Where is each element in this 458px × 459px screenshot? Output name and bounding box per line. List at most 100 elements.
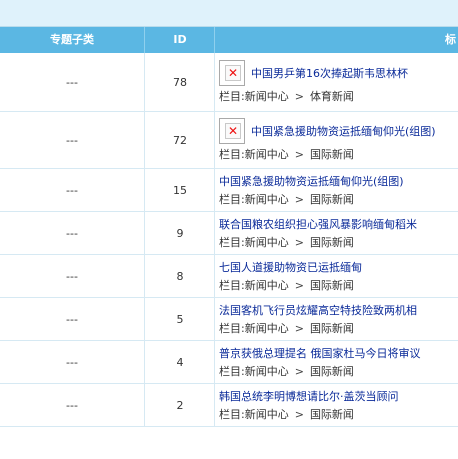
title-cell: 韩国总统李明博想请比尔·盖茨当顾问 栏目:新闻中心 > 国际新闻 <box>214 384 458 426</box>
category-level-2[interactable]: 国际新闻 <box>310 408 354 421</box>
category-prefix: 栏目: <box>219 236 245 249</box>
title-cell: 七国人道援助物资已运抵缅甸 栏目:新闻中心 > 国际新闻 <box>214 255 458 297</box>
subcategory-cell: --- <box>0 298 144 340</box>
news-title-link[interactable]: 中国紧急援助物资运抵缅甸仰光(组图) <box>251 123 436 139</box>
category-separator: > <box>294 279 304 292</box>
subcategory-value: --- <box>66 269 78 283</box>
id-value: 9 <box>176 226 184 240</box>
id-cell: 8 <box>144 255 215 297</box>
id-cell: 9 <box>144 212 215 254</box>
news-title-link[interactable]: 七国人道援助物资已运抵缅甸 <box>219 259 362 275</box>
id-cell: 72 <box>144 112 215 168</box>
title-cell: 中国男乒第16次捧起斯韦思林杯栏目:新闻中心 > 体育新闻 <box>214 53 458 111</box>
subcategory-cell: --- <box>0 384 144 426</box>
id-value: 5 <box>176 312 184 326</box>
title-cell: 法国客机飞行员炫耀高空特技险致两机相 栏目:新闻中心 > 国际新闻 <box>214 298 458 340</box>
category-level-1[interactable]: 新闻中心 <box>245 236 289 249</box>
category-path: 栏目:新闻中心 > 国际新闻 <box>219 146 436 162</box>
table-row: --- 78 中国男乒第16次捧起斯韦思林杯栏目:新闻中心 > 体育新闻 <box>0 53 458 112</box>
subcategory-value: --- <box>66 398 78 412</box>
category-level-1[interactable]: 新闻中心 <box>245 408 289 421</box>
subcategory-value: --- <box>66 75 78 89</box>
subcategory-cell: --- <box>0 341 144 383</box>
table-row: --- 5 法国客机飞行员炫耀高空特技险致两机相 栏目:新闻中心 > 国际新闻 <box>0 298 458 341</box>
category-level-1[interactable]: 新闻中心 <box>245 322 289 335</box>
news-title-link[interactable]: 韩国总统李明博想请比尔·盖茨当顾问 <box>219 388 399 404</box>
category-separator: > <box>294 236 304 249</box>
subcategory-value: --- <box>66 312 78 326</box>
top-toolbar-strip <box>0 0 458 27</box>
news-title-link[interactable]: 普京获俄总理提名 俄国家杜马今日将审议 <box>219 345 421 361</box>
subcategory-cell: --- <box>0 53 144 111</box>
subcategory-cell: --- <box>0 112 144 168</box>
category-level-2[interactable]: 体育新闻 <box>310 90 354 103</box>
id-cell: 15 <box>144 169 215 211</box>
category-level-1[interactable]: 新闻中心 <box>245 279 289 292</box>
table-row: --- 72 中国紧急援助物资运抵缅甸仰光(组图) 栏目:新闻中心 > 国际新闻 <box>0 112 458 169</box>
id-value: 4 <box>176 355 184 369</box>
category-path: 栏目:新闻中心 > 国际新闻 <box>219 363 421 379</box>
category-separator: > <box>294 148 304 161</box>
news-title-link[interactable]: 中国紧急援助物资运抵缅甸仰光(组图) <box>219 173 404 189</box>
title-cell: 联合国粮农组织担心强风暴影响缅甸稻米 栏目:新闻中心 > 国际新闻 <box>214 212 458 254</box>
subcategory-value: --- <box>66 133 78 147</box>
subcategory-value: --- <box>66 355 78 369</box>
category-prefix: 栏目: <box>219 322 245 335</box>
category-prefix: 栏目: <box>219 279 245 292</box>
category-level-2[interactable]: 国际新闻 <box>310 148 354 161</box>
id-value: 15 <box>173 183 187 197</box>
category-level-2[interactable]: 国际新闻 <box>310 193 354 206</box>
column-header-id[interactable]: ID <box>144 27 215 53</box>
table-header: 专题子类 ID 标 <box>0 27 458 53</box>
category-level-1[interactable]: 新闻中心 <box>245 193 289 206</box>
category-level-2[interactable]: 国际新闻 <box>310 322 354 335</box>
id-value: 8 <box>176 269 184 283</box>
subcategory-cell: --- <box>0 169 144 211</box>
category-path: 栏目:新闻中心 > 国际新闻 <box>219 234 417 250</box>
category-separator: > <box>294 193 304 206</box>
title-cell: 普京获俄总理提名 俄国家杜马今日将审议 栏目:新闻中心 > 国际新闻 <box>214 341 458 383</box>
category-path: 栏目:新闻中心 > 国际新闻 <box>219 406 399 422</box>
news-title-link[interactable]: 联合国粮农组织担心强风暴影响缅甸稻米 <box>219 216 417 232</box>
category-level-2[interactable]: 国际新闻 <box>310 236 354 249</box>
id-value: 2 <box>176 398 184 412</box>
category-prefix: 栏目: <box>219 148 245 161</box>
news-title-link[interactable]: 法国客机飞行员炫耀高空特技险致两机相 <box>219 302 417 318</box>
title-cell: 中国紧急援助物资运抵缅甸仰光(组图) 栏目:新闻中心 > 国际新闻 <box>214 169 458 211</box>
title-cell: 中国紧急援助物资运抵缅甸仰光(组图) 栏目:新闻中心 > 国际新闻 <box>214 112 458 168</box>
category-prefix: 栏目: <box>219 193 245 206</box>
category-separator: > <box>294 90 304 103</box>
broken-image-icon[interactable] <box>219 60 245 86</box>
subcategory-value: --- <box>66 183 78 197</box>
category-path: 栏目:新闻中心 > 国际新闻 <box>219 191 404 207</box>
category-separator: > <box>294 365 304 378</box>
id-cell: 2 <box>144 384 215 426</box>
table-row: --- 8 七国人道援助物资已运抵缅甸 栏目:新闻中心 > 国际新闻 <box>0 255 458 298</box>
subcategory-cell: --- <box>0 212 144 254</box>
category-level-1[interactable]: 新闻中心 <box>245 365 289 378</box>
category-prefix: 栏目: <box>219 90 245 103</box>
category-separator: > <box>294 408 304 421</box>
id-value: 72 <box>173 133 187 147</box>
category-level-1[interactable]: 新闻中心 <box>245 148 289 161</box>
table-row: --- 4 普京获俄总理提名 俄国家杜马今日将审议 栏目:新闻中心 > 国际新闻 <box>0 341 458 384</box>
broken-image-icon[interactable] <box>219 118 245 144</box>
id-cell: 78 <box>144 53 215 111</box>
id-value: 78 <box>173 75 187 89</box>
category-path: 栏目:新闻中心 > 国际新闻 <box>219 277 362 293</box>
category-level-1[interactable]: 新闻中心 <box>245 90 289 103</box>
table-row: --- 2 韩国总统李明博想请比尔·盖茨当顾问 栏目:新闻中心 > 国际新闻 <box>0 384 458 427</box>
column-header-subcategory[interactable]: 专题子类 <box>0 27 144 53</box>
column-header-title[interactable]: 标 <box>214 27 458 53</box>
id-cell: 5 <box>144 298 215 340</box>
news-title-link[interactable]: 中国男乒第16次捧起斯韦思林杯 <box>251 65 408 81</box>
category-path: 栏目:新闻中心 > 体育新闻 <box>219 88 408 104</box>
category-level-2[interactable]: 国际新闻 <box>310 365 354 378</box>
table-row: --- 9 联合国粮农组织担心强风暴影响缅甸稻米 栏目:新闻中心 > 国际新闻 <box>0 212 458 255</box>
category-prefix: 栏目: <box>219 365 245 378</box>
category-level-2[interactable]: 国际新闻 <box>310 279 354 292</box>
category-prefix: 栏目: <box>219 408 245 421</box>
category-path: 栏目:新闻中心 > 国际新闻 <box>219 320 417 336</box>
table-row: --- 15 中国紧急援助物资运抵缅甸仰光(组图) 栏目:新闻中心 > 国际新闻 <box>0 169 458 212</box>
subcategory-value: --- <box>66 226 78 240</box>
